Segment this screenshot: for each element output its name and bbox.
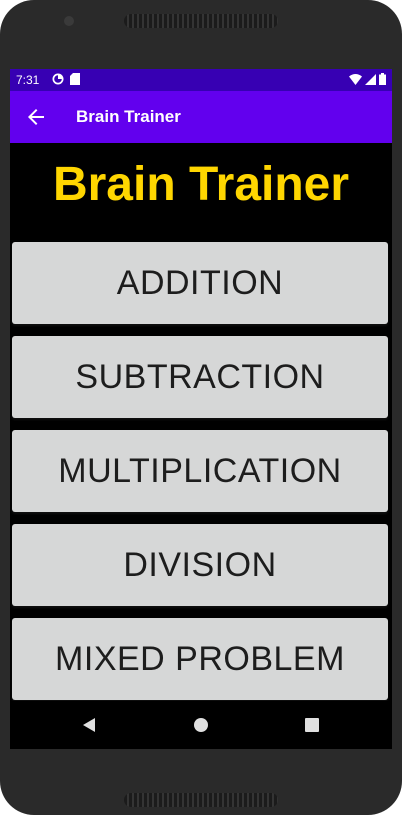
multiplication-button-label: MULTIPLICATION bbox=[58, 452, 342, 490]
wifi-icon bbox=[349, 73, 362, 85]
page-heading: Brain Trainer bbox=[52, 158, 350, 211]
battery-icon bbox=[379, 73, 386, 85]
phone-screen: 7:31 Brain Trainer Brain Trainer ADDITIO… bbox=[10, 69, 392, 749]
division-button-label: DIVISION bbox=[123, 546, 277, 584]
subtraction-button[interactable]: SUBTRACTION bbox=[12, 336, 388, 418]
signal-icon bbox=[365, 73, 376, 85]
status-bar: 7:31 bbox=[10, 69, 392, 91]
arrow-left-icon[interactable] bbox=[24, 105, 48, 129]
nav-home-icon[interactable] bbox=[189, 713, 213, 737]
app-bar: Brain Trainer bbox=[10, 91, 392, 143]
nav-recents-icon[interactable] bbox=[300, 713, 324, 737]
phone-frame: 7:31 Brain Trainer Brain Trainer ADDITIO… bbox=[0, 0, 402, 815]
division-button[interactable]: DIVISION bbox=[12, 524, 388, 606]
front-camera bbox=[64, 16, 74, 26]
system-nav-bar bbox=[10, 701, 392, 749]
subtraction-button-label: SUBTRACTION bbox=[75, 358, 325, 396]
sd-card-icon bbox=[70, 73, 80, 85]
multiplication-button[interactable]: MULTIPLICATION bbox=[12, 430, 388, 512]
mixed-problem-button-label: MIXED PROBLEM bbox=[55, 640, 345, 678]
mixed-problem-button[interactable]: MIXED PROBLEM bbox=[12, 618, 388, 700]
addition-button[interactable]: ADDITION bbox=[12, 242, 388, 324]
nav-back-icon[interactable] bbox=[78, 713, 102, 737]
status-right-icons bbox=[349, 73, 386, 85]
data-saver-icon bbox=[52, 73, 64, 85]
bottom-speaker-grille bbox=[124, 793, 278, 807]
addition-button-label: ADDITION bbox=[116, 264, 284, 302]
app-bar-title: Brain Trainer bbox=[76, 107, 181, 126]
top-speaker-grille bbox=[124, 14, 278, 28]
status-left-icons bbox=[52, 73, 80, 85]
status-time: 7:31 bbox=[16, 73, 40, 87]
